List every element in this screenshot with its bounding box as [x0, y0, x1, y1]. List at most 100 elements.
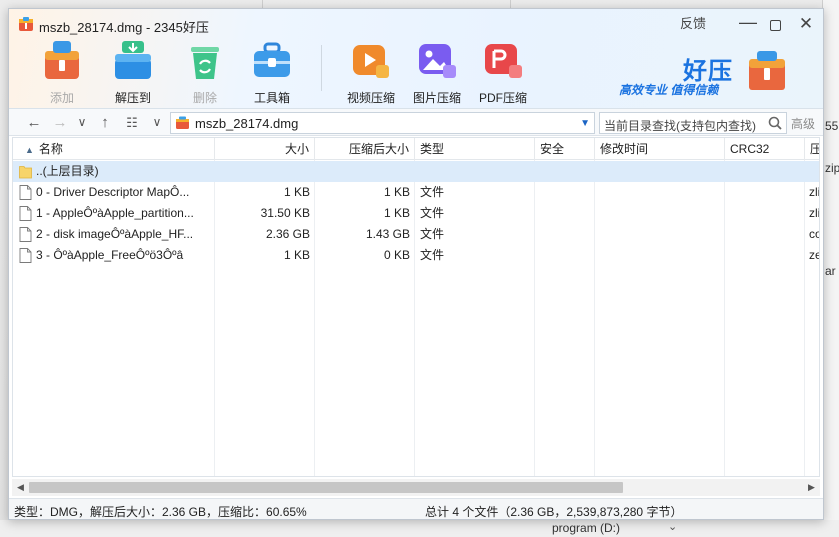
column-header-name[interactable]: ▲ 名称: [13, 138, 215, 160]
file-method: ze: [809, 248, 819, 262]
chevron-down-icon: ∨: [152, 115, 162, 129]
column-header-size[interactable]: 大小: [215, 138, 315, 160]
video-compress-icon: [353, 45, 389, 78]
table-row[interactable]: 1 - AppleÔºàApple_partition... 31.50 KB …: [13, 203, 820, 224]
file-size: 1 KB: [283, 248, 310, 262]
table-row[interactable]: 2 - disk imageÔºàApple_HF... 2.36 GB 1.4…: [13, 224, 819, 245]
column-header-security[interactable]: 安全: [535, 138, 595, 160]
column-header-modified[interactable]: 修改时间: [595, 138, 725, 160]
parent-folder-row[interactable]: ..(上层目录): [13, 161, 819, 182]
file-packed-size: 0 KB: [383, 248, 410, 262]
history-dropdown[interactable]: ∨: [72, 113, 92, 132]
file-method: cop: [809, 227, 819, 241]
video-compress-button[interactable]: 视频压缩: [341, 37, 401, 106]
background-label: zip: [825, 161, 839, 175]
view-mode-dropdown[interactable]: ∨: [147, 113, 167, 132]
back-button[interactable]: ←: [24, 113, 44, 132]
arrow-right-icon: →: [52, 114, 68, 131]
file-name: 3 - ÔºàApple_FreeÔºö3Ôºâ: [36, 248, 184, 262]
column-header-type[interactable]: 类型: [415, 138, 535, 160]
chevron-down-icon: ∨: [77, 115, 87, 129]
table-row[interactable]: 3 - ÔºàApple_FreeÔºö3Ôºâ 1 KB 0 KB 文件 ze: [13, 245, 819, 266]
feedback-button[interactable]: 反馈: [679, 13, 707, 35]
list-view-icon: ☷: [126, 115, 138, 130]
delete-label: 删除: [192, 91, 217, 105]
advanced-search-link[interactable]: 高级: [791, 115, 815, 132]
search-input[interactable]: 当前目录查找(支持包内查找): [599, 112, 787, 134]
window-title: mszb_28174.dmg - 2345好压: [39, 20, 209, 35]
table-row[interactable]: 0 - Driver Descriptor MapÔ... 1 KB 1 KB …: [13, 182, 820, 203]
file-list: ▲名称 大小 压缩后大小 类型 安全 修改时间 CRC32 压缩 ..(上层目录…: [12, 137, 820, 477]
pdf-compress-button[interactable]: PDF压缩: [473, 37, 533, 106]
image-compress-button[interactable]: 图片压缩: [407, 37, 467, 106]
pdf-compress-label: PDF压缩: [478, 91, 527, 105]
toolbar-separator: [321, 45, 322, 91]
pdf-compress-icon: [485, 44, 522, 78]
file-size: 1 KB: [283, 185, 310, 199]
forward-button[interactable]: →: [50, 113, 70, 132]
column-header-method[interactable]: 压缩: [805, 138, 819, 160]
path-text: mszb_28174.dmg: [195, 116, 299, 131]
scrollbar-thumb[interactable]: [29, 482, 623, 493]
address-bar: ← → ∨ ↑ ☷ ∨ mszb_28174.dmg ▼ 当前目录查找(支持包内…: [9, 109, 823, 136]
toolbox-icon: [254, 42, 290, 77]
title-toolbar-area: mszb_28174.dmg - 2345好压 反馈 — ✕ 添加 解压到 删除…: [9, 9, 823, 109]
extract-label: 解压到: [114, 91, 151, 105]
background-bottom-strip: program (D:) ⌄: [0, 520, 839, 537]
file-size: 2.36 GB: [265, 227, 310, 241]
path-field[interactable]: mszb_28174.dmg ▼: [170, 112, 595, 134]
arrow-up-icon: ↑: [101, 114, 109, 131]
file-total: 总计 4 个文件（2.36 GB，2,539,873,280 字节）: [425, 505, 683, 519]
up-button[interactable]: ↑: [95, 113, 115, 132]
file-type: 文件: [420, 206, 445, 220]
background-label: ar: [825, 264, 836, 278]
extract-icon: [115, 41, 151, 79]
video-compress-label: 视频压缩: [346, 91, 395, 105]
scroll-left-icon[interactable]: ◀: [12, 479, 29, 496]
maximize-icon: [769, 19, 781, 31]
view-mode-button[interactable]: ☷: [122, 113, 142, 132]
archive-window: mszb_28174.dmg - 2345好压 反馈 — ✕ 添加 解压到 删除…: [8, 8, 824, 520]
close-button[interactable]: ✕: [795, 13, 817, 35]
minimize-button[interactable]: —: [737, 13, 759, 35]
toolbox-button[interactable]: 工具箱: [242, 37, 302, 106]
file-type: 文件: [420, 227, 445, 241]
file-method: zli: [809, 206, 820, 220]
add-button[interactable]: 添加: [32, 37, 92, 106]
scroll-right-icon[interactable]: ▶: [803, 479, 820, 496]
toolbox-label: 工具箱: [253, 91, 290, 105]
column-header-packed-size[interactable]: 压缩后大小: [315, 138, 415, 160]
file-packed-size: 1 KB: [383, 206, 410, 220]
caret-down-icon[interactable]: ▼: [580, 118, 590, 129]
background-drive-label: program (D:): [552, 521, 621, 535]
image-compress-icon: [419, 44, 456, 78]
background-label: 55: [825, 119, 839, 133]
file-packed-size: 1 KB: [383, 185, 410, 199]
archive-info: 类型：DMG，解压后大小：2.36 GB，压缩比：60.65%: [14, 505, 307, 519]
brand-slogan: 高效专业 值得信赖: [619, 83, 719, 97]
image-compress-label: 图片压缩: [412, 91, 461, 105]
file-method: zli: [809, 185, 820, 199]
file-packed-size: 1.43 GB: [365, 227, 410, 241]
file-name: 0 - Driver Descriptor MapÔ...: [36, 185, 190, 199]
file-name: ..(上层目录): [36, 164, 99, 178]
app-logo-icon: [19, 17, 33, 31]
file-type: 文件: [420, 185, 445, 199]
horizontal-scrollbar[interactable]: ◀ ▶: [12, 479, 820, 496]
file-type: 文件: [420, 248, 445, 262]
file-size: 31.50 KB: [260, 206, 310, 220]
recycle-delete-icon: [191, 47, 219, 79]
file-name: 1 - AppleÔºàApple_partition...: [36, 206, 194, 220]
extract-button[interactable]: 解压到: [103, 37, 163, 106]
maximize-button[interactable]: [764, 13, 786, 35]
sort-ascending-icon: ▲: [25, 145, 34, 155]
add-archive-icon: [45, 41, 79, 79]
brand-archive-icon: [749, 51, 785, 90]
archive-file-icon: [176, 116, 189, 129]
file-name: 2 - disk imageÔºàApple_HF...: [36, 227, 194, 241]
column-header-crc32[interactable]: CRC32: [725, 138, 805, 160]
background-right-panel: 55 zip ar: [822, 0, 839, 537]
search-icon[interactable]: [767, 115, 783, 131]
arrow-left-icon: ←: [26, 114, 42, 131]
delete-button[interactable]: 删除: [175, 37, 235, 106]
